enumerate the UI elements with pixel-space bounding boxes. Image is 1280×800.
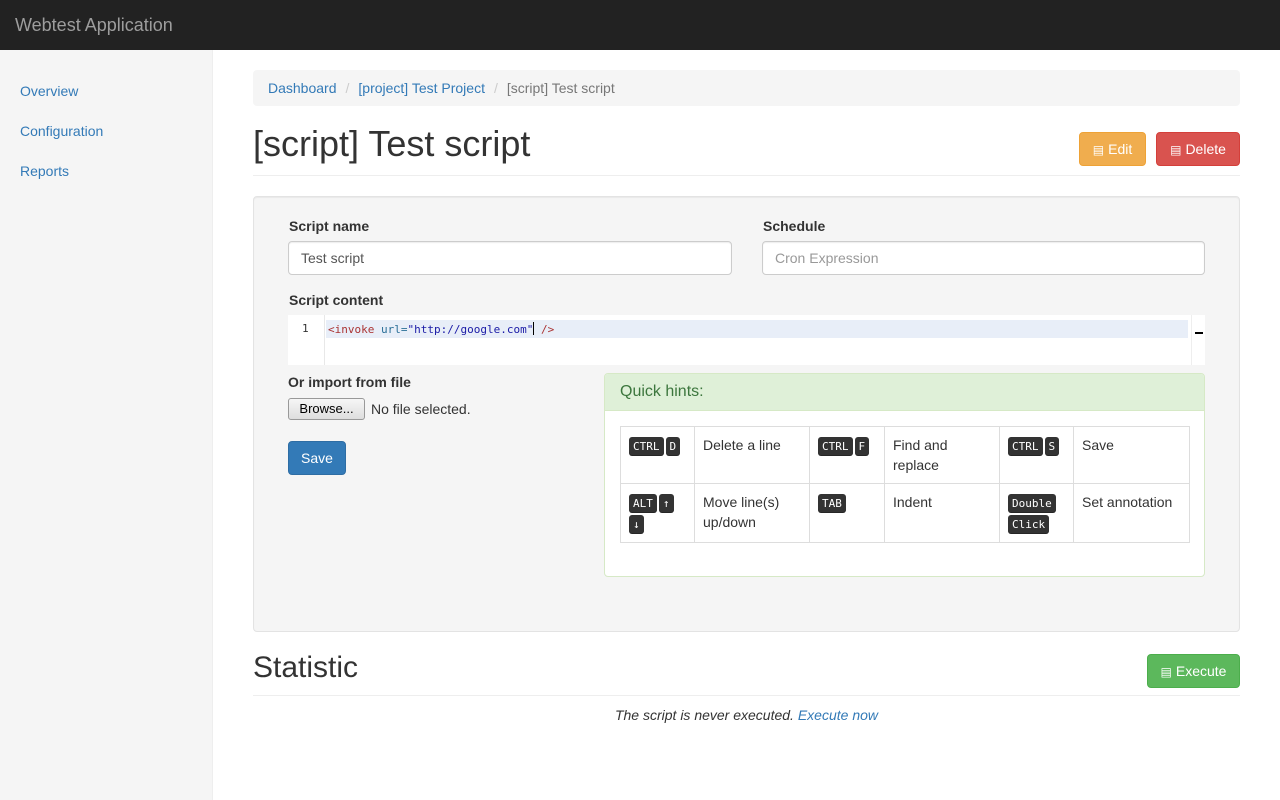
key-label: F [854,437,870,456]
title-divider [253,175,1240,176]
key-label: Click [1008,515,1050,534]
editor-gutter: 1 [288,315,325,365]
edit-button-label: Edit [1108,141,1133,157]
shortcut-description: Set annotation [1073,483,1190,543]
shortcut-description: Indent [884,483,1000,543]
sidebar-item-reports[interactable]: Reports [20,163,69,179]
top-navbar: Webtest Application [0,0,1280,50]
save-button[interactable]: Save [288,441,346,475]
shortcut-description: Find and replace [884,426,1000,484]
scrollbar-thumb[interactable] [1195,332,1203,334]
schedule-label: Schedule [763,218,826,234]
breadcrumb-separator: / [493,80,498,96]
script-name-input[interactable] [288,241,732,275]
code-attribute: url= [374,323,408,336]
code-line[interactable]: <invoke url="http://google.com" /> [328,322,554,337]
shortcut-keys: Double Click [999,483,1074,543]
sidebar: Overview Configuration Reports [0,50,213,800]
code-editor[interactable]: 1 <invoke url="http://google.com" /> [288,315,1205,365]
breadcrumb-project[interactable]: [project] Test Project [358,80,485,96]
edit-icon: ▤ [1092,143,1105,157]
key-label: CTRL [1008,437,1043,456]
import-label: Or import from file [288,374,411,390]
app-brand[interactable]: Webtest Application [15,15,173,35]
key-label: CTRL [629,437,664,456]
hints-table: CTRL D Delete a line CTRL F Find and repla… [620,426,1190,543]
key-label: S [1044,437,1060,456]
execute-button[interactable]: ▤ Execute [1147,654,1240,688]
key-label: ALT [629,494,657,513]
statistic-divider [253,695,1240,696]
shortcut-description: Delete a line [694,426,810,484]
shortcut-keys: ALT ↑ ↓ [620,483,695,543]
key-label: TAB [818,494,846,513]
execute-button-label: Execute [1175,663,1227,679]
execution-status: The script is never executed. Execute no… [253,707,1240,723]
shortcut-keys: CTRL D [620,426,695,484]
shortcut-description: Save [1073,426,1190,484]
page-title: [script] Test script [253,123,531,164]
table-row: CTRL D Delete a line CTRL F Find and repla… [620,426,1190,484]
breadcrumb: Dashboard / [project] Test Project / [script… [253,70,1240,106]
editor-scrollbar[interactable] [1191,315,1205,365]
key-label: CTRL [818,437,853,456]
trash-icon: ▤ [1170,143,1182,157]
script-content-label: Script content [289,292,384,308]
statistic-title: Statistic [253,651,359,684]
shortcut-description: Move line(s) up/down [694,483,810,543]
sidebar-item-configuration[interactable]: Configuration [20,123,103,139]
sidebar-item-overview[interactable]: Overview [20,83,78,99]
file-status: No file selected. [371,401,471,417]
shortcut-keys: CTRL S [999,426,1074,484]
table-row: ALT ↑ ↓ Move line(s) up/down TAB Indent Do… [620,483,1190,543]
execute-now-link[interactable]: Execute now [798,707,878,723]
schedule-input[interactable] [762,241,1205,275]
delete-button-label: Delete [1185,141,1226,157]
key-label: D [665,437,681,456]
key-label: ↑ [658,494,674,513]
play-icon: ▤ [1160,665,1172,679]
breadcrumb-separator: / [345,80,350,96]
breadcrumb-dashboard[interactable]: Dashboard [268,80,337,96]
edit-button[interactable]: ▤ Edit [1079,132,1146,166]
key-label: ↓ [629,515,644,534]
browse-file-button[interactable]: Browse... [288,398,365,420]
shortcut-keys: CTRL F [809,426,885,484]
execution-status-message: The script is never executed. [614,707,794,723]
code-tag-close: /> [534,323,555,336]
code-tag-open: <invoke [328,323,375,336]
quick-hints-title: Quick hints: [605,374,1204,411]
breadcrumb-current: [script] Test script [506,80,615,96]
quick-hints-panel: Quick hints: CTRL D Delete a line CTRL F F… [604,373,1205,577]
delete-button[interactable]: ▤ Delete [1156,132,1240,166]
key-label: Double [1008,494,1056,513]
script-name-label: Script name [289,218,370,234]
line-number: 1 [302,322,309,335]
shortcut-keys: TAB [809,483,885,543]
code-string: "http://google.com" [407,323,534,336]
